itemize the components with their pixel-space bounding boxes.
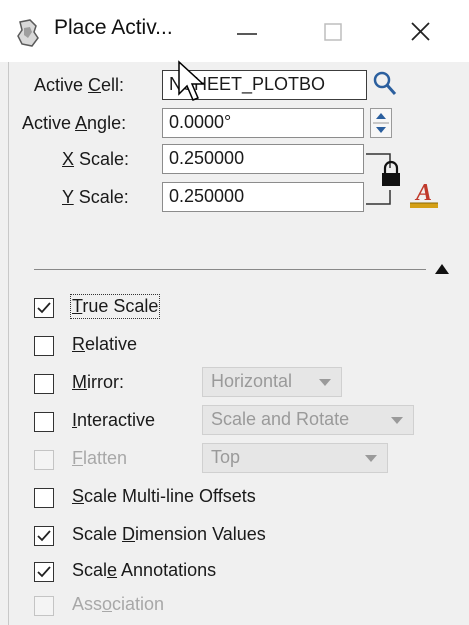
scale-annotations-checkbox[interactable] [34, 562, 54, 582]
x-scale-field[interactable]: 0.250000 [162, 144, 364, 174]
chevron-down-icon [319, 379, 331, 386]
scale-annotations-label[interactable]: Scale Annotations [72, 560, 216, 581]
lock-icon[interactable] [379, 160, 403, 190]
true-scale-checkbox[interactable] [34, 298, 54, 318]
flatten-dropdown: Top [202, 443, 388, 473]
interactive-dropdown-value: Scale and Rotate [211, 409, 350, 429]
app-icon [17, 19, 39, 47]
checkmark-icon [37, 302, 51, 314]
close-icon [411, 22, 430, 41]
cursor-icon [178, 60, 205, 101]
panel-left-edge [8, 62, 9, 625]
section-divider [34, 269, 426, 270]
svg-text:A: A [414, 180, 432, 206]
mirror-label[interactable]: Mirror: [72, 372, 124, 393]
minimize-icon [237, 33, 257, 35]
flatten-label: Flatten [72, 448, 128, 468]
mirror-dropdown-value: Horizontal [211, 371, 293, 391]
active-angle-label: Active Angle: [22, 113, 127, 133]
window-title: Place Activ... [54, 16, 173, 39]
x-scale-label: X Scale: [62, 149, 130, 169]
interactive-label[interactable]: Interactive [72, 410, 155, 431]
scale-multiline-label[interactable]: Scale Multi-line Offsets [72, 486, 256, 507]
close-button[interactable] [392, 10, 450, 54]
mirror-checkbox[interactable] [34, 374, 54, 394]
interactive-dropdown[interactable]: Scale and Rotate [202, 405, 414, 435]
true-scale-label[interactable]: True Scale [69, 294, 161, 319]
association-label: Association [72, 594, 165, 614]
y-scale-field[interactable]: 0.250000 [162, 182, 364, 212]
text-style-icon[interactable]: A [408, 176, 442, 212]
interactive-checkbox[interactable] [34, 412, 54, 432]
maximize-button[interactable] [304, 10, 362, 54]
spinner-icon[interactable] [370, 108, 392, 138]
active-cell-label: Active Cell: [34, 75, 125, 95]
relative-label[interactable]: Relative [72, 334, 137, 355]
flatten-checkbox [34, 450, 54, 470]
title-bar[interactable]: Place Activ... [0, 0, 469, 62]
active-angle-field[interactable]: 0.0000° [162, 108, 364, 138]
flatten-dropdown-value: Top [211, 447, 241, 467]
maximize-icon [324, 23, 342, 41]
checkmark-icon [37, 566, 51, 578]
chevron-down-icon [391, 417, 403, 424]
minimize-button[interactable] [218, 10, 276, 54]
mirror-dropdown[interactable]: Horizontal [202, 367, 342, 397]
scale-dimension-label[interactable]: Scale Dimension Values [72, 524, 266, 545]
checkmark-icon [37, 530, 51, 542]
scale-multiline-checkbox[interactable] [34, 488, 54, 508]
association-checkbox [34, 596, 54, 616]
relative-checkbox[interactable] [34, 336, 54, 356]
search-icon[interactable] [370, 68, 400, 98]
scale-dimension-checkbox[interactable] [34, 526, 54, 546]
y-scale-label: Y Scale: [62, 187, 129, 207]
chevron-down-icon [365, 455, 377, 462]
collapse-triangle-icon[interactable] [432, 261, 452, 277]
